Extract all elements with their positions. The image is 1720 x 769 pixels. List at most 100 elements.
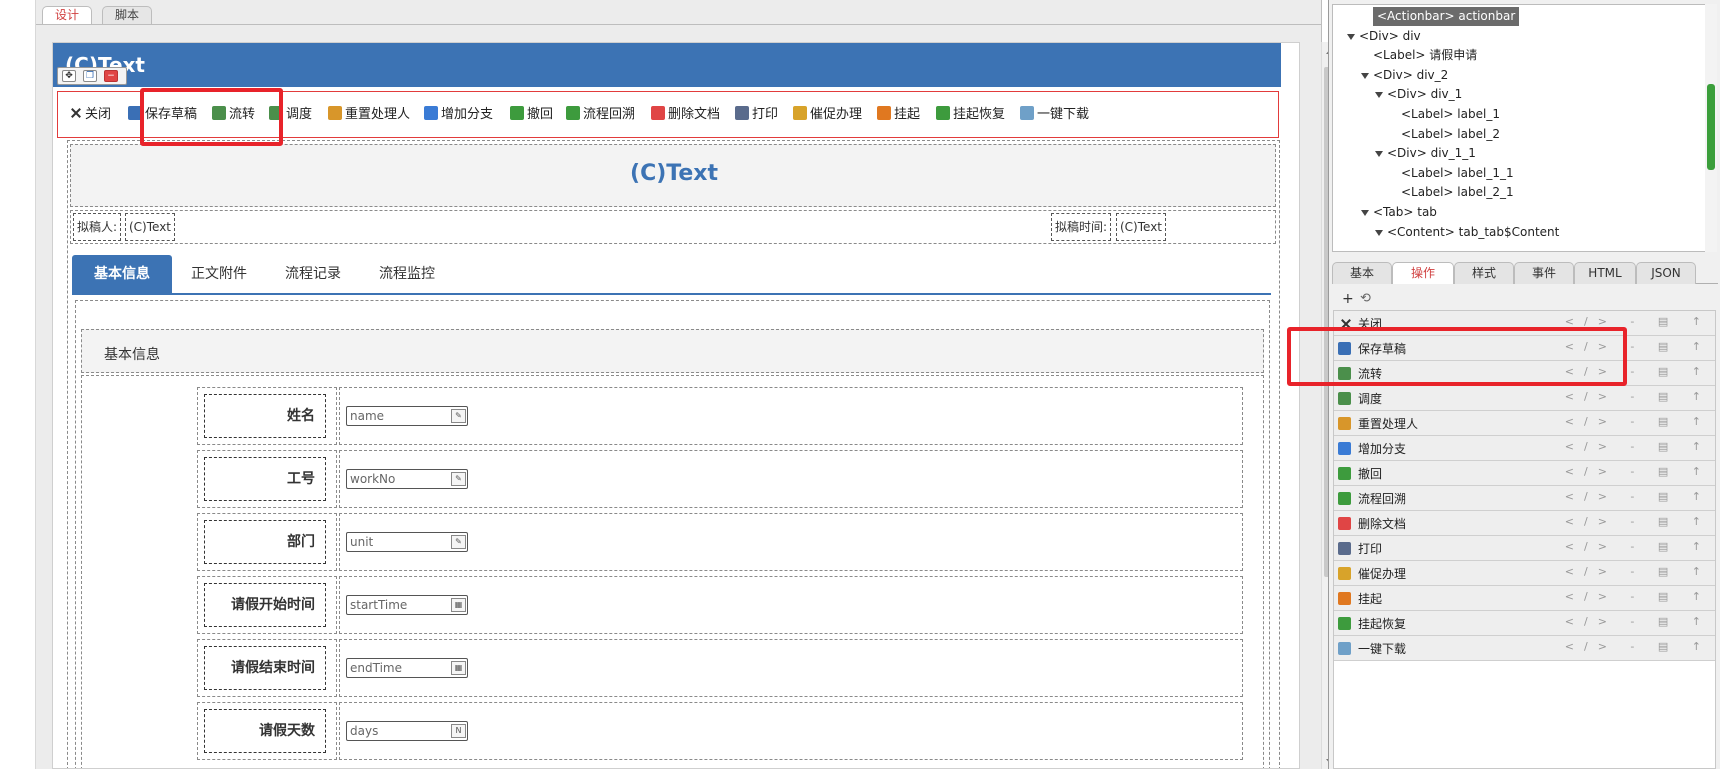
tree-expand-icon[interactable] [1375,229,1383,236]
op-row-add-branch[interactable]: 增加分支 </> - ▤ ↑ [1334,436,1715,461]
edit-icon[interactable]: ✎ [451,472,466,486]
actionbar-item-add-branch[interactable]: 增加分支 [424,106,493,124]
number-icon[interactable]: N [451,724,466,738]
tree-node[interactable]: <Label> 请假申请 [1373,46,1477,65]
tree-expand-icon[interactable] [1347,33,1355,40]
tree-node[interactable]: <Div> div_1 [1387,85,1462,104]
field-input-endTime[interactable]: endTime ▦ [346,658,468,678]
field-input-unit[interactable]: unit ✎ [346,532,468,552]
op-row-actions[interactable]: </> - ▤ ↑ [1565,540,1711,553]
actionbar-item-label: 流程回溯 [583,107,636,122]
op-row-actions[interactable]: </> - ▤ ↑ [1565,465,1711,478]
field-label[interactable]: 请假开始时间 [204,583,326,627]
field-label[interactable]: 请假结束时间 [204,646,326,690]
mode-tab-design[interactable]: 设计 [42,6,93,25]
form-header[interactable]: (C)Text [70,144,1276,207]
tree-expand-icon[interactable] [1375,151,1383,158]
op-row-actions[interactable]: </> - ▤ ↑ [1565,515,1711,528]
op-row-actions[interactable]: </> - ▤ ↑ [1565,590,1711,603]
actionbar-item-print[interactable]: 打印 [735,106,778,124]
actionbar-item-resume[interactable]: 挂起恢复 [936,106,1005,124]
actionbar-item-close-x[interactable]: 关闭 [70,106,111,124]
op-row-dispatch[interactable]: 调度 </> - ▤ ↑ [1334,386,1715,411]
op-row-delete-doc[interactable]: 删除文档 </> - ▤ ↑ [1334,511,1715,536]
field-input-days[interactable]: days N [346,721,468,741]
tree-node[interactable]: <Label> label_1_1 [1401,164,1514,183]
op-row-reset-user[interactable]: 重置处理人 </> - ▤ ↑ [1334,411,1715,436]
tab-html[interactable]: HTML [1574,262,1636,284]
field-label[interactable]: 请假天数 [204,709,326,753]
op-row-actions[interactable]: </> - ▤ ↑ [1565,440,1711,453]
tree-scrollbar[interactable] [1705,4,1717,252]
tree-node[interactable]: <Div> div_2 [1373,66,1448,85]
calendar-icon[interactable]: ▦ [451,598,466,612]
actionbar-item-download[interactable]: 一键下载 [1020,106,1089,124]
ops-toolbar: + ⟲ [1334,288,1716,310]
field-input-value: workNo [350,472,396,486]
tab-attachments[interactable]: 正文附件 [172,255,266,293]
section-header[interactable]: 基本信息 [81,329,1264,373]
op-row-actions[interactable]: </> - ▤ ↑ [1565,415,1711,428]
op-row-print[interactable]: 打印 </> - ▤ ↑ [1334,536,1715,561]
copy-icon[interactable]: ❐ [83,70,97,82]
form-title-bar[interactable]: (C)Text [53,43,1281,87]
tab-flow-monitor[interactable]: 流程监控 [360,255,454,293]
edit-icon[interactable]: ✎ [451,535,466,549]
op-row-actions[interactable]: </> - ▤ ↑ [1565,390,1711,403]
tree-expand-icon[interactable] [1361,72,1369,79]
actionbar-item-suspend[interactable]: 挂起 [877,106,920,124]
op-row-actions[interactable]: </> - ▤ ↑ [1565,490,1711,503]
field-input-startTime[interactable]: startTime ▦ [346,595,468,615]
tab-style[interactable]: 样式 [1454,262,1514,284]
op-row-actions[interactable]: </> - ▤ ↑ [1565,565,1711,578]
op-row-resume[interactable]: 挂起恢复 </> - ▤ ↑ [1334,611,1715,636]
actionbar-item-reset-user[interactable]: 重置处理人 [328,106,410,124]
tree-expand-icon[interactable] [1361,210,1369,216]
tree-scroll-thumb[interactable] [1707,84,1715,170]
tree-node[interactable]: <Label> label_2_1 [1401,183,1514,202]
field-label[interactable]: 工号 [204,457,326,501]
op-label: 调度 [1358,392,1383,406]
tree-node[interactable]: <Label> label_2 [1401,125,1500,144]
actionbar-item-delete-doc[interactable]: 删除文档 [651,106,720,124]
tree-node[interactable]: <Tab> tab [1373,203,1437,222]
tree-node[interactable]: <Div> div [1359,27,1421,46]
tab-flow-records[interactable]: 流程记录 [266,255,360,293]
calendar-icon[interactable]: ▦ [451,661,466,675]
field-label[interactable]: 姓名 [204,394,326,438]
tree-expand-icon[interactable] [1375,92,1383,99]
tab-basic-info[interactable]: 基本信息 [72,255,172,293]
form-field-row: 部门 unit ✎ [197,513,1243,571]
op-row-withdraw[interactable]: 撤回 </> - ▤ ↑ [1334,461,1715,486]
tree-node[interactable]: <Div> div_1_1 [1387,144,1476,163]
mode-tab-script[interactable]: 脚本 [102,6,153,25]
history-icon[interactable]: ⟲ [1360,291,1371,306]
field-input-workNo[interactable]: workNo ✎ [346,469,468,489]
tab-basic[interactable]: 基本 [1332,262,1392,284]
op-row-actions[interactable]: </> - ▤ ↑ [1565,640,1711,653]
op-row-actions[interactable]: </> - ▤ ↑ [1565,615,1711,628]
flow-trace-icon [566,106,580,120]
tree-node[interactable]: <Content> tab_tab$Content [1387,223,1559,242]
delete-icon[interactable]: − [104,70,118,82]
tree-node[interactable]: <Label> label_1 [1401,105,1500,124]
actionbar-item-flow-trace[interactable]: 流程回溯 [566,106,635,124]
move-icon[interactable]: ✥ [62,70,76,82]
op-row-urge[interactable]: 催促办理 </> - ▤ ↑ [1334,561,1715,586]
field-input-name[interactable]: name ✎ [346,406,468,426]
field-label[interactable]: 部门 [204,520,326,564]
actionbar-item-urge[interactable]: 催促办理 [793,106,862,124]
add-op-icon[interactable]: + [1342,291,1354,307]
mode-tab-divider [36,24,1322,25]
edit-icon[interactable]: ✎ [451,409,466,423]
tab-events[interactable]: 事件 [1514,262,1574,284]
op-row-flow-trace[interactable]: 流程回溯 </> - ▤ ↑ [1334,486,1715,511]
field-input-value: endTime [350,661,402,675]
op-row-download[interactable]: 一键下载 </> - ▤ ↑ [1334,636,1715,661]
op-row-suspend[interactable]: 挂起 </> - ▤ ↑ [1334,586,1715,611]
tab-json[interactable]: JSON [1636,262,1696,284]
reset-user-icon [328,106,342,120]
actionbar-item-withdraw[interactable]: 撤回 [510,106,553,124]
tree-node-selected[interactable]: <Actionbar> actionbar [1373,7,1520,26]
tab-operations[interactable]: 操作 [1392,262,1454,284]
